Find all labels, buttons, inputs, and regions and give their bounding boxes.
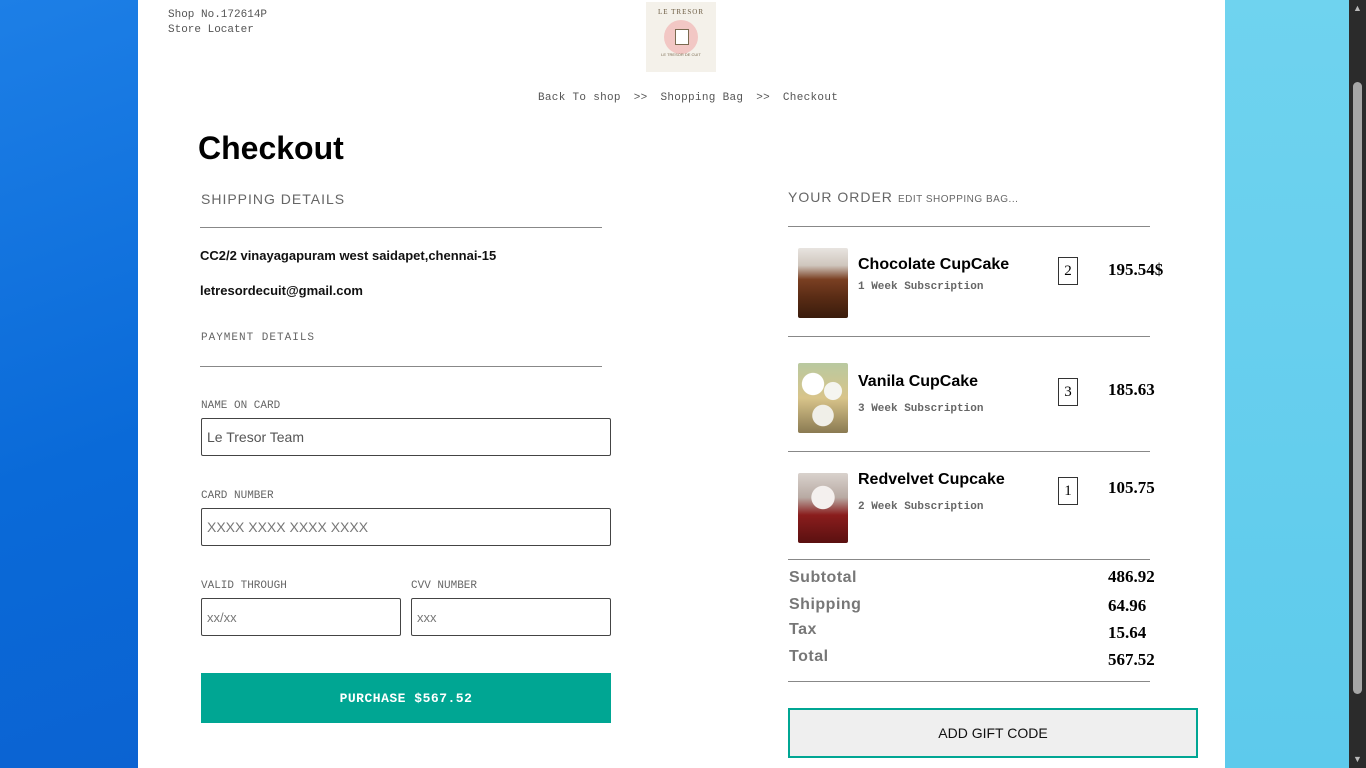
- cvv-label: CVV NUMBER: [411, 580, 478, 592]
- item-name: Redvelvet Cupcake: [858, 471, 1005, 488]
- item-subscription: 1 Week Subscription: [858, 281, 984, 293]
- divider: [788, 226, 1150, 227]
- item-price: 105.75: [1108, 478, 1155, 497]
- add-gift-code-button[interactable]: ADD GIFT CODE: [788, 708, 1198, 758]
- divider: [200, 366, 602, 367]
- logo-tagline: LE TRESOR DE CUIT: [661, 52, 701, 57]
- logo-text: LE TRESOR: [657, 8, 704, 16]
- item-quantity[interactable]: 3: [1058, 378, 1078, 406]
- divider: [788, 681, 1150, 682]
- shipping-label: Shipping: [789, 596, 862, 613]
- item-price: 195.54$: [1108, 260, 1164, 279]
- tax-value: 15.64: [1108, 623, 1147, 642]
- name-on-card-input[interactable]: [201, 418, 611, 456]
- shipping-address: CC2/2 vinayagapuram west saidapet,chenna…: [200, 248, 497, 263]
- divider: [788, 336, 1150, 337]
- divider: [788, 559, 1150, 560]
- checkout-page: Shop No.172614P Store Locater LE TRESOR …: [138, 0, 1225, 768]
- purchase-button[interactable]: PURCHASE $567.52: [201, 673, 611, 723]
- card-number-input[interactable]: [201, 508, 611, 546]
- shipping-heading: SHIPPING DETAILS: [201, 191, 346, 207]
- item-quantity[interactable]: 1: [1058, 477, 1078, 505]
- subtotal-value: 486.92: [1108, 567, 1155, 586]
- breadcrumb: Back To shop >> Shopping Bag >> Checkout: [538, 92, 844, 104]
- divider: [200, 227, 602, 228]
- background-right: [1225, 0, 1349, 768]
- page-title: Checkout: [198, 130, 344, 166]
- chocolate-cupcake-image[interactable]: [798, 248, 848, 318]
- cvv-input[interactable]: [411, 598, 611, 636]
- breadcrumb-back-to-shop[interactable]: Back To shop: [538, 92, 621, 104]
- store-locator-link[interactable]: Store Locater: [168, 23, 267, 38]
- total-label: Total: [789, 648, 829, 665]
- shop-info: Shop No.172614P Store Locater: [168, 8, 267, 38]
- divider: [788, 451, 1150, 452]
- shipping-email: letresordecuit@gmail.com: [200, 283, 363, 298]
- payment-heading: PAYMENT DETAILS: [201, 332, 316, 344]
- redvelvet-cupcake-image[interactable]: [798, 473, 848, 543]
- page-scrollbar[interactable]: ▲ ▼: [1349, 0, 1366, 768]
- total-value: 567.52: [1108, 650, 1155, 669]
- breadcrumb-shopping-bag[interactable]: Shopping Bag: [660, 92, 743, 104]
- background-left: [0, 0, 138, 768]
- your-order-heading: YOUR ORDER: [788, 189, 893, 205]
- valid-through-label: VALID THROUGH: [201, 580, 287, 592]
- breadcrumb-separator: >>: [633, 92, 648, 104]
- subtotal-label: Subtotal: [789, 569, 857, 586]
- edit-shopping-bag-link[interactable]: EDIT SHOPPING BAG...: [898, 194, 1018, 205]
- breadcrumb-checkout: Checkout: [782, 92, 839, 104]
- card-number-label: CARD NUMBER: [201, 490, 274, 502]
- store-logo[interactable]: LE TRESOR LE TRESOR DE CUIT: [646, 2, 716, 72]
- shop-number: Shop No.172614P: [168, 9, 268, 21]
- shipping-value: 64.96: [1108, 596, 1147, 615]
- logo-cake-icon: [675, 29, 689, 45]
- item-quantity[interactable]: 2: [1058, 257, 1078, 285]
- breadcrumb-separator: >>: [756, 92, 770, 104]
- item-name: Chocolate CupCake: [858, 256, 1010, 273]
- scroll-down-arrow-icon[interactable]: ▼: [1349, 751, 1366, 768]
- item-name: Vanila CupCake: [858, 373, 979, 390]
- item-price: 185.63: [1108, 380, 1155, 399]
- item-subscription: 3 Week Subscription: [858, 403, 984, 415]
- name-on-card-label: NAME ON CARD: [201, 400, 281, 412]
- tax-label: Tax: [789, 621, 817, 638]
- scroll-up-arrow-icon[interactable]: ▲: [1349, 0, 1366, 17]
- scroll-thumb[interactable]: [1353, 82, 1362, 694]
- vanilla-cupcake-image[interactable]: [798, 363, 848, 433]
- valid-through-input[interactable]: [201, 598, 401, 636]
- item-subscription: 2 Week Subscription: [858, 501, 984, 513]
